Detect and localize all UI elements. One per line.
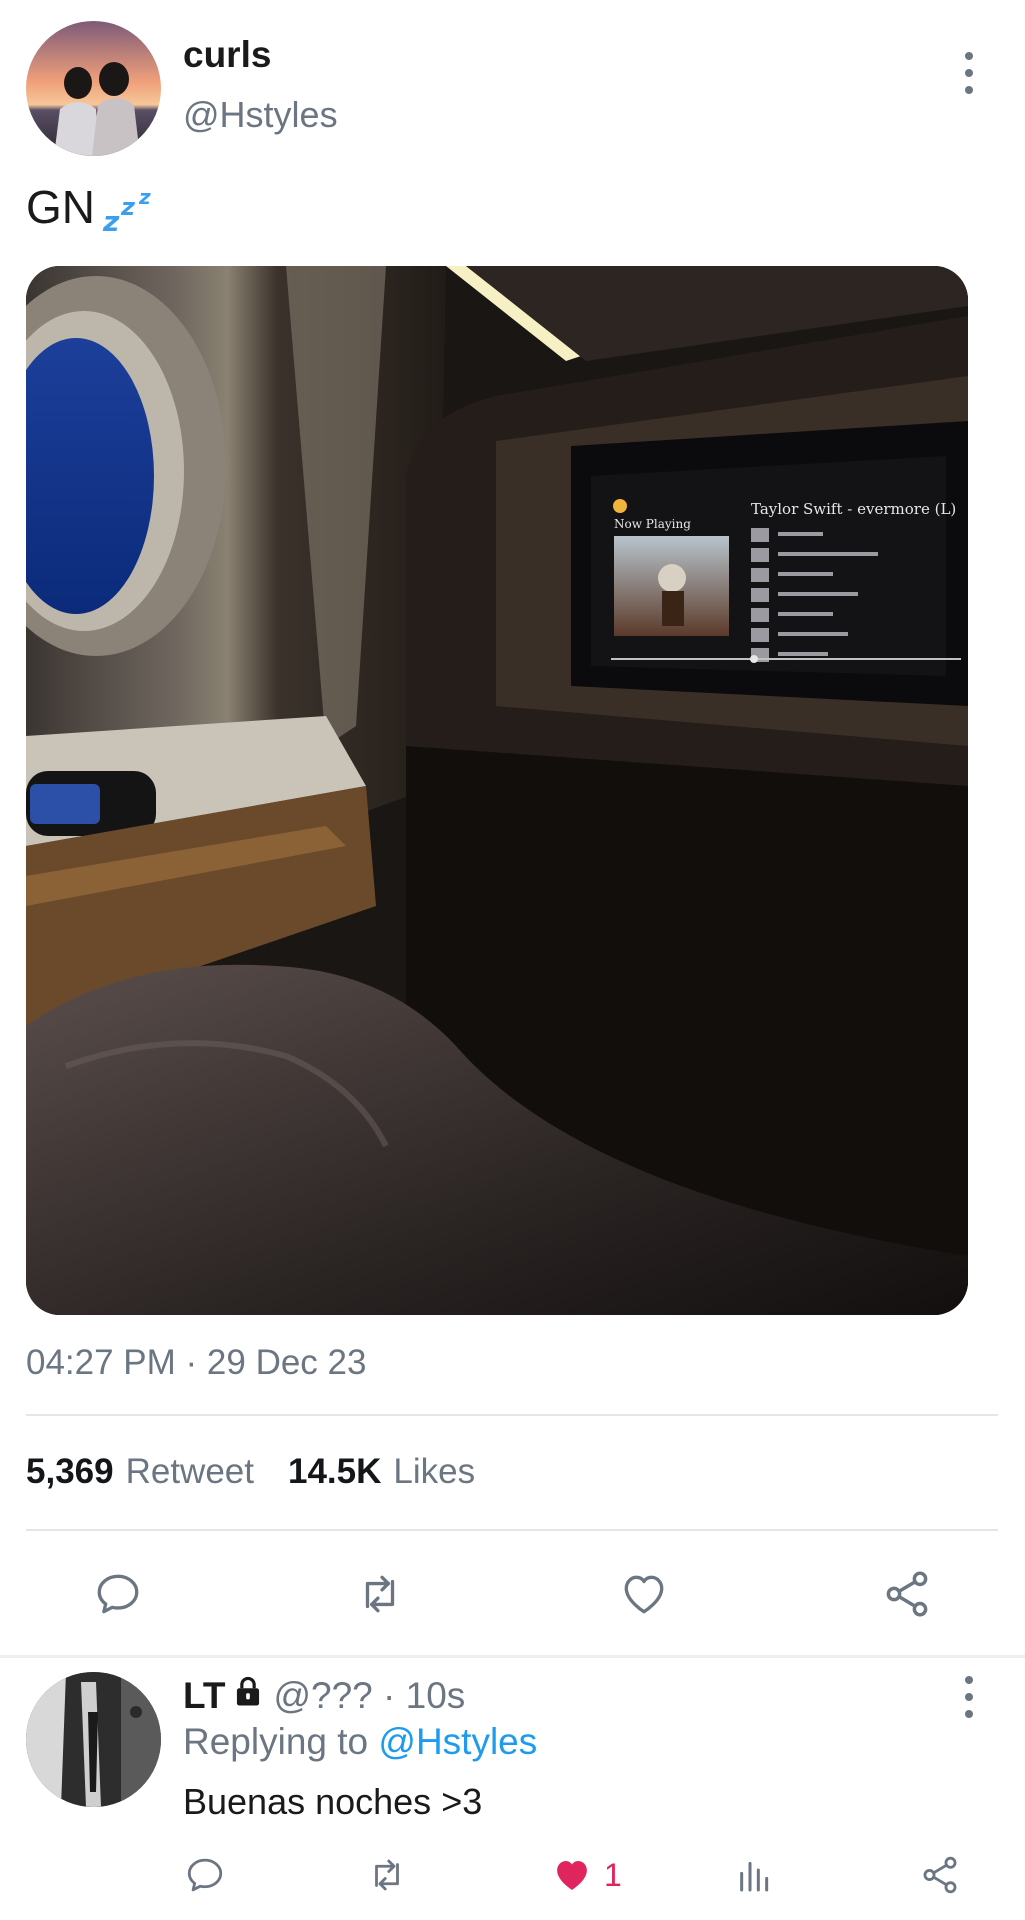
author-avatar[interactable] [26, 21, 161, 156]
tweet-photo[interactable]: Now Playing Taylor Swift - evermore (L) [26, 266, 968, 1315]
retweet-label[interactable]: Retweet [126, 1452, 254, 1492]
screen-now-playing: Now Playing [614, 517, 691, 531]
reply-text: Buenas noches >3 [183, 1781, 483, 1822]
reply-share-button[interactable] [915, 1852, 965, 1898]
reply-author-avatar[interactable] [26, 1672, 161, 1807]
tweet-text: GN z z z [26, 180, 161, 238]
tweet-text-content: GN [26, 181, 95, 233]
reply-display-name[interactable]: LT [183, 1675, 225, 1717]
more-options-icon[interactable] [954, 48, 984, 98]
tweet-stats: 5,369 Retweet 14.5K Likes [26, 1452, 475, 1492]
reply-icon [187, 1858, 223, 1892]
replying-prefix: Replying to [183, 1721, 369, 1762]
lock-icon [233, 1675, 263, 1717]
replying-to: Replying to @Hstyles [183, 1721, 537, 1763]
retweet-count[interactable]: 5,369 [26, 1452, 114, 1492]
reply-more-options-icon[interactable] [954, 1672, 984, 1722]
analytics-icon [740, 1861, 769, 1892]
zzz-icon: z z z [103, 185, 151, 238]
replying-mention-link[interactable]: @Hstyles [378, 1721, 537, 1762]
reply-reply-button[interactable] [180, 1852, 230, 1898]
reply-analytics-button[interactable] [730, 1852, 780, 1898]
heart-icon [557, 1861, 587, 1890]
share-button[interactable] [877, 1566, 937, 1622]
tweet-timestamp: 04:27 PM · 29 Dec 23 [26, 1343, 367, 1382]
divider [26, 1529, 998, 1531]
heart-icon [624, 1575, 664, 1614]
share-icon [886, 1571, 928, 1617]
retweet-button[interactable] [350, 1566, 410, 1622]
reply-retweet-button[interactable] [362, 1852, 412, 1898]
likes-label[interactable]: Likes [393, 1452, 475, 1492]
share-icon [923, 1856, 957, 1894]
like-button[interactable] [614, 1566, 674, 1622]
author-handle[interactable]: @Hstyles [183, 94, 338, 136]
reply-button[interactable] [88, 1566, 148, 1622]
reply-like-count: 1 [604, 1856, 622, 1893]
reply-header: LT @??? · 10s [183, 1675, 465, 1717]
screen-album-title: Taylor Swift - evermore (L) [751, 500, 956, 518]
likes-count[interactable]: 14.5K [288, 1452, 381, 1492]
retweet-icon [365, 1575, 395, 1613]
divider [26, 1414, 998, 1416]
reply-icon [97, 1574, 139, 1614]
author-display-name[interactable]: curls [183, 34, 271, 76]
section-divider [0, 1655, 1025, 1658]
retweet-icon [375, 1859, 399, 1891]
reply-meta: @??? · 10s [273, 1675, 466, 1716]
reply-like-button[interactable]: 1 [550, 1852, 622, 1898]
